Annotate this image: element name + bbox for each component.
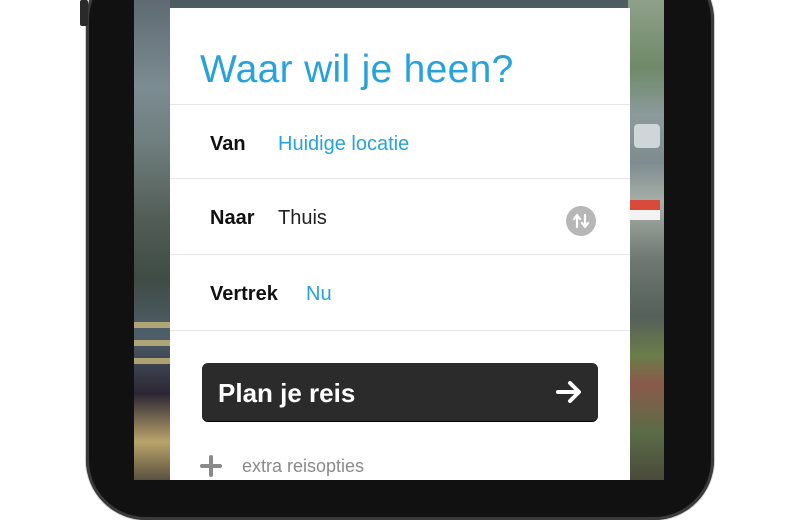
swap-arrows-icon <box>572 213 590 229</box>
road-marking <box>134 340 170 346</box>
from-row[interactable]: Van Huidige locatie <box>170 106 630 178</box>
arrow-right-icon <box>556 381 581 403</box>
divider <box>170 178 630 179</box>
barrier <box>630 200 660 210</box>
street-background-right <box>628 0 664 480</box>
extra-options-label: extra reisopties <box>242 456 365 476</box>
divider <box>170 330 630 331</box>
from-label: Van <box>210 133 246 155</box>
street-background-left <box>134 0 170 480</box>
page-title: Waar wil je heen? <box>200 48 514 91</box>
barrier <box>630 210 660 220</box>
to-value[interactable]: Thuis <box>278 206 327 230</box>
road-marking <box>134 358 170 364</box>
trip-planner-card: Waar wil je heen? Van Huidige locatie Na… <box>170 8 630 480</box>
depart-label: Vertrek <box>210 283 278 305</box>
depart-row[interactable]: Vertrek Nu <box>170 256 630 328</box>
background-car <box>634 124 660 148</box>
from-value[interactable]: Huidige locatie <box>278 132 409 156</box>
to-row[interactable]: Naar Thuis <box>170 180 630 252</box>
to-label: Naar <box>210 207 255 229</box>
swap-button[interactable] <box>566 206 596 236</box>
divider <box>170 104 630 105</box>
road-marking <box>134 322 170 328</box>
plus-icon <box>200 455 222 477</box>
plan-trip-button[interactable]: Plan je reis <box>202 363 598 421</box>
plan-trip-label: Plan je reis <box>218 378 356 408</box>
divider <box>170 254 630 255</box>
depart-value[interactable]: Nu <box>306 282 332 306</box>
extra-options-link[interactable]: extra reisopties <box>200 453 500 479</box>
phone-side-button <box>80 0 88 26</box>
